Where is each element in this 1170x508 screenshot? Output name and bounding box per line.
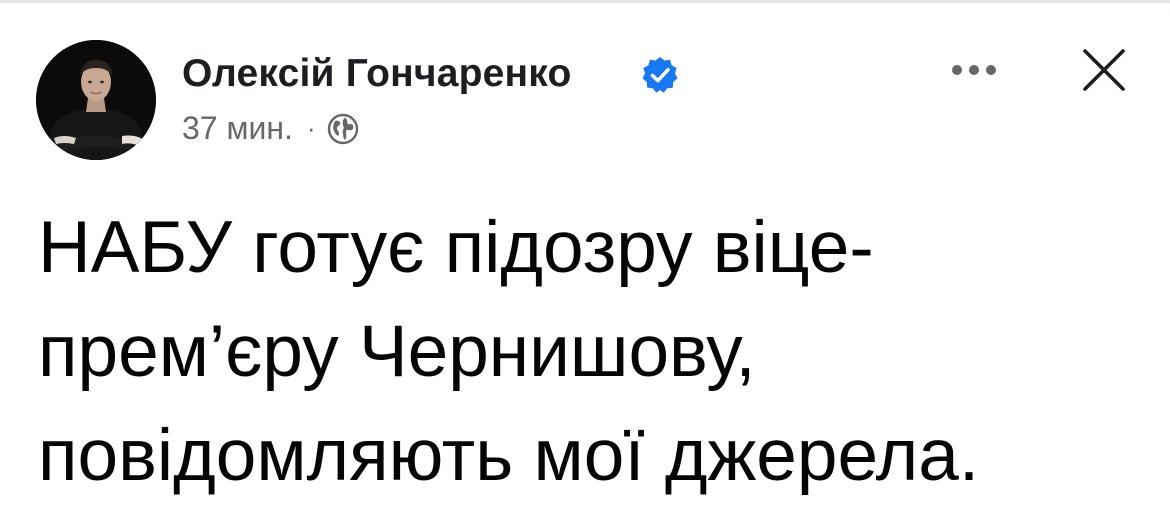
more-options-button[interactable] (944, 48, 1004, 92)
post-text-line: повідомляють мої джерела. (38, 415, 980, 496)
globe-icon[interactable] (326, 112, 360, 146)
post-body: НАБУ готує підозру віце- прем’єру Черниш… (38, 196, 1148, 508)
post-text-line: НАБУ готує підозру віце- (38, 207, 874, 288)
meta-separator: · (306, 113, 316, 143)
close-button[interactable] (1074, 40, 1134, 100)
post-timestamp[interactable]: 37 мин. (182, 110, 293, 147)
author-avatar[interactable] (36, 40, 156, 160)
post-card: Олексій Гончаренко 37 мин. · НАБУ готує … (0, 0, 1170, 507)
author-name[interactable]: Олексій Гончаренко (182, 52, 572, 96)
avatar-photo (36, 40, 156, 160)
post-text-line: прем’єру Чернишову, (38, 311, 756, 392)
more-horizontal-icon (952, 65, 996, 75)
verified-badge-icon (642, 57, 678, 93)
post-meta: 37 мин. · (182, 110, 360, 147)
close-icon (1083, 49, 1125, 91)
